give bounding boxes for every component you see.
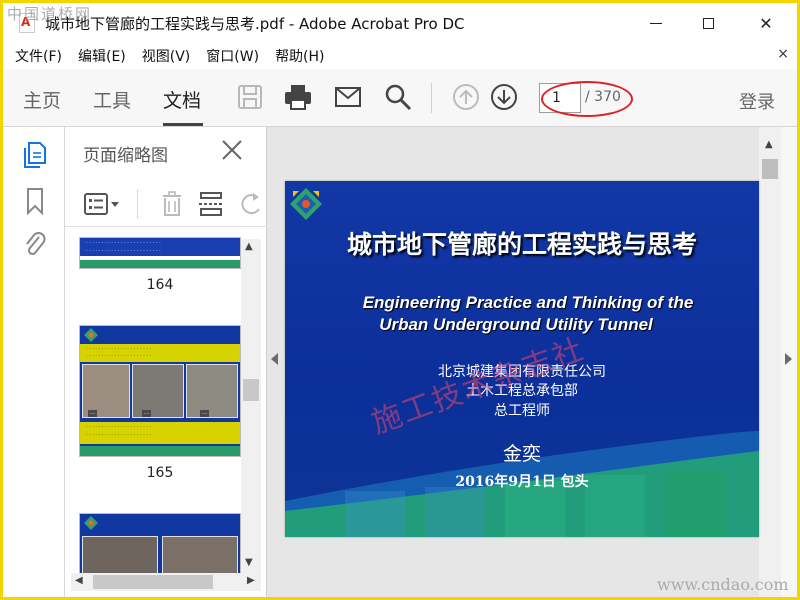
thumbnail-164[interactable]: · · · · · · · · · · · · · · · · · · · · … <box>79 237 241 293</box>
scroll-right-arrow-icon[interactable]: ▶ <box>247 575 255 586</box>
site-watermark-bottom: www.cndao.com <box>657 575 789 594</box>
app-window: A 城市地下管廊的工程实践与思考.pdf - Adobe Acrobat Pro… <box>0 0 800 600</box>
scroll-up-arrow-icon[interactable]: ▲ <box>245 241 253 252</box>
tab-home[interactable]: 主页 <box>23 86 61 113</box>
thumbnail-label: 165 <box>146 465 174 481</box>
slide-date-location: 2016年9月1日 包头 <box>455 474 589 490</box>
company-logo-icon <box>290 188 322 220</box>
thumbnail-list[interactable]: · · · · · · · · · · · · · · · · · · · · … <box>65 229 267 573</box>
maximize-icon <box>702 17 714 29</box>
slide-english-title-line1: Engineering Practice and Thinking of the <box>362 293 694 312</box>
pdf-page-slide: 城市地下管廊的工程实践与思考 Engineering Practice and … <box>285 181 759 537</box>
menu-help[interactable]: 帮助(H) <box>275 46 324 66</box>
close-icon: ✕ <box>759 13 773 33</box>
delete-page-icon[interactable] <box>157 191 187 217</box>
logo-icon <box>84 328 98 342</box>
tab-document[interactable]: 文档 <box>163 86 201 113</box>
scrollbar-thumb[interactable] <box>93 575 213 589</box>
thumbnail-image: · · · · · · · · · · · · · · · · · · · · … <box>79 237 241 269</box>
login-button[interactable]: 登录 <box>739 88 775 114</box>
document-vertical-scrollbar[interactable]: ▲ <box>759 127 781 597</box>
toolbar-divider <box>137 189 138 219</box>
thumbnail-toolbar <box>65 181 267 227</box>
attachment-icon[interactable] <box>23 231 47 259</box>
thumbnail-horizontal-scrollbar[interactable]: ◀ ▶ <box>71 573 261 591</box>
collapse-left-panel-icon[interactable] <box>271 353 278 365</box>
active-tab-indicator <box>163 123 203 126</box>
scroll-down-arrow-icon[interactable]: ▼ <box>245 557 253 568</box>
scrollbar-thumb[interactable] <box>762 159 778 179</box>
scroll-up-arrow-icon[interactable]: ▲ <box>765 139 773 150</box>
window-title: 城市地下管廊的工程实践与思考.pdf - Adobe Acrobat Pro D… <box>45 14 465 33</box>
thumbnail-image <box>79 513 241 573</box>
bookmark-icon[interactable] <box>23 187 47 215</box>
save-icon[interactable] <box>235 82 265 112</box>
site-watermark-top: 中国道桥网 <box>7 5 93 23</box>
close-window-button[interactable]: ✕ <box>741 3 791 43</box>
menu-view[interactable]: 视图(V) <box>142 46 191 66</box>
minimize-icon <box>650 22 662 24</box>
menu-bar: 文件(F) 编辑(E) 视图(V) 窗口(W) 帮助(H) × <box>3 43 797 69</box>
panel-title: 页面缩略图 <box>83 146 168 166</box>
maximize-button[interactable] <box>683 3 733 43</box>
toolbar-divider <box>431 83 432 113</box>
annotation-highlight-ellipse <box>541 81 633 117</box>
menu-window[interactable]: 窗口(W) <box>206 46 259 66</box>
search-icon[interactable] <box>383 82 413 112</box>
main-toolbar: 主页 工具 文档 1 / 370 登录 <box>3 69 797 127</box>
expand-right-panel-icon[interactable] <box>785 353 792 365</box>
next-page-icon[interactable] <box>489 82 519 112</box>
thumbnail-image: · · · · · · · · · · · · · · · · · · · · … <box>79 325 241 457</box>
scrollbar-thumb[interactable] <box>243 379 259 401</box>
slide-title: 城市地下管廊的工程实践与思考 <box>346 230 697 259</box>
extract-page-icon[interactable] <box>197 191 227 217</box>
navigation-rail <box>3 127 65 597</box>
logo-icon <box>84 516 98 530</box>
page-thumbnails-icon[interactable] <box>23 141 47 169</box>
slide-author-name: 金奕 <box>502 443 541 465</box>
thumbnail-label: 164 <box>146 277 174 293</box>
menu-edit[interactable]: 编辑(E) <box>78 46 126 66</box>
thumbnail-165[interactable]: · · · · · · · · · · · · · · · · · · · · … <box>79 325 241 481</box>
menu-file[interactable]: 文件(F) <box>15 46 62 66</box>
print-icon[interactable] <box>283 82 313 112</box>
slide-position: 总工程师 <box>494 403 550 419</box>
close-panel-icon[interactable] <box>221 139 243 161</box>
title-bar: A 城市地下管廊的工程实践与思考.pdf - Adobe Acrobat Pro… <box>3 3 797 43</box>
options-menu-icon[interactable] <box>83 191 123 217</box>
scroll-left-arrow-icon[interactable]: ◀ <box>75 575 83 586</box>
minimize-button[interactable] <box>631 3 681 43</box>
thumbnail-166[interactable] <box>79 513 241 573</box>
rotate-page-icon[interactable] <box>237 191 267 217</box>
page-thumbnails-panel: 页面缩略图 · · · · · · · · · · · · · · · · · … <box>65 127 267 597</box>
thumbnail-vertical-scrollbar[interactable]: ▲ ▼ <box>241 239 261 573</box>
tab-tools[interactable]: 工具 <box>93 86 131 113</box>
email-icon[interactable] <box>333 82 363 112</box>
slide-english-title-line2: Urban Underground Utility Tunnel <box>379 315 653 334</box>
previous-page-icon[interactable] <box>451 82 481 112</box>
close-document-button[interactable]: × <box>777 46 789 62</box>
